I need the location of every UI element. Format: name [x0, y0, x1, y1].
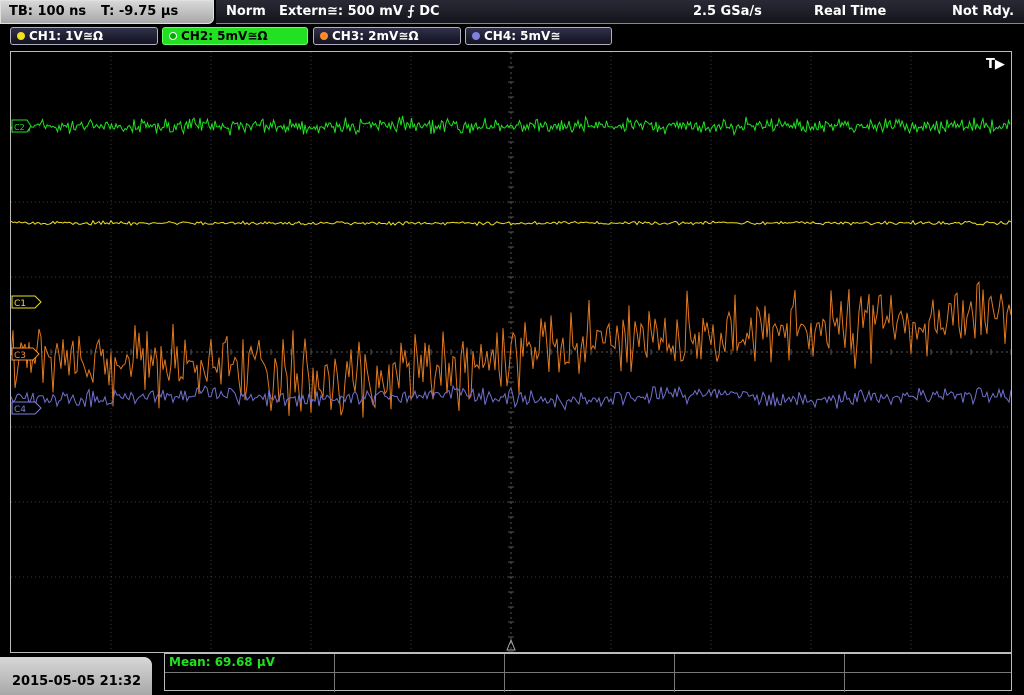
measurement-table[interactable]: Mean: 69.68 µV — [164, 653, 1012, 692]
measurement-cell-7[interactable] — [335, 673, 505, 692]
ch4-marker[interactable]: C4 — [11, 401, 42, 415]
timebase-panel[interactable]: TB: 100 ns T: -9.75 µs — [0, 0, 214, 24]
trigger-panel[interactable]: Norm Extern≅: 500 mV ⨍ DC 2.5 GSa/s Real… — [216, 0, 1024, 24]
channel-tab-ch4[interactable]: CH4: 5mV≅ — [465, 27, 612, 45]
trigger-mode: Norm — [226, 4, 266, 19]
ch1-indicator-icon — [17, 32, 25, 40]
datetime-label: 2015-05-05 21:32 — [12, 674, 142, 689]
measurement-cell-2[interactable] — [335, 654, 505, 673]
ch2-label: CH2: 5mV≅Ω — [181, 29, 268, 43]
measurement-cell-1[interactable]: Mean: 69.68 µV — [165, 654, 335, 673]
datetime-panel: 2015-05-05 21:32 — [0, 657, 152, 695]
waveform-display[interactable]: C2 C1 C3 C4 T▶ — [10, 51, 1012, 653]
ch3-marker-label: C3 — [14, 351, 26, 361]
measurement-cell-9[interactable] — [675, 673, 845, 692]
ch1-marker[interactable]: C1 — [11, 295, 42, 309]
ch4-marker-label: C4 — [14, 405, 26, 415]
measurement-cell-5[interactable] — [845, 654, 1011, 673]
top-bar: TB: 100 ns T: -9.75 µs Norm Extern≅: 500… — [0, 0, 1024, 24]
ch4-indicator-icon — [472, 32, 480, 40]
ch3-label: CH3: 2mV≅Ω — [332, 29, 419, 43]
measurement-cell-3[interactable] — [505, 654, 675, 673]
ch2-marker[interactable]: C2 — [11, 119, 32, 133]
ch4-label: CH4: 5mV≅ — [484, 29, 561, 43]
ch3-indicator-icon — [320, 32, 328, 40]
channel-tab-ch1[interactable]: CH1: 1V≅Ω — [10, 27, 158, 45]
channel-tab-ch2[interactable]: CH2: 5mV≅Ω — [162, 27, 308, 45]
trigger-time-label: T: -9.75 µs — [101, 4, 179, 19]
sample-rate: 2.5 GSa/s — [693, 4, 762, 19]
ch1-marker-label: C1 — [14, 299, 26, 309]
measurement-cell-8[interactable] — [505, 673, 675, 692]
ch2-indicator-icon — [169, 32, 177, 40]
trigger-source: Extern≅: 500 mV ⨍ DC — [279, 4, 440, 19]
ch1-label: CH1: 1V≅Ω — [29, 29, 104, 43]
ch3-marker[interactable]: C3 — [11, 347, 40, 361]
channel-tab-ch3[interactable]: CH3: 2mV≅Ω — [313, 27, 461, 45]
measurement-cell-10[interactable] — [845, 673, 1011, 692]
measurement-cell-6[interactable] — [165, 673, 335, 692]
run-status: Not Rdy. — [952, 4, 1015, 19]
mean-measurement: Mean: 69.68 µV — [169, 655, 275, 669]
ch2-marker-label: C2 — [14, 123, 25, 132]
acquisition-mode: Real Time — [814, 4, 887, 19]
trigger-position-marker[interactable]: T▶ — [986, 57, 1005, 72]
timebase-label: TB: 100 ns — [9, 4, 87, 19]
measurement-cell-4[interactable] — [675, 654, 845, 673]
waveform-canvas[interactable]: C2 C1 C3 C4 T▶ — [11, 52, 1011, 652]
channel-bar: CH1: 1V≅Ω CH2: 5mV≅Ω CH3: 2mV≅Ω CH4: 5mV… — [0, 24, 1024, 48]
